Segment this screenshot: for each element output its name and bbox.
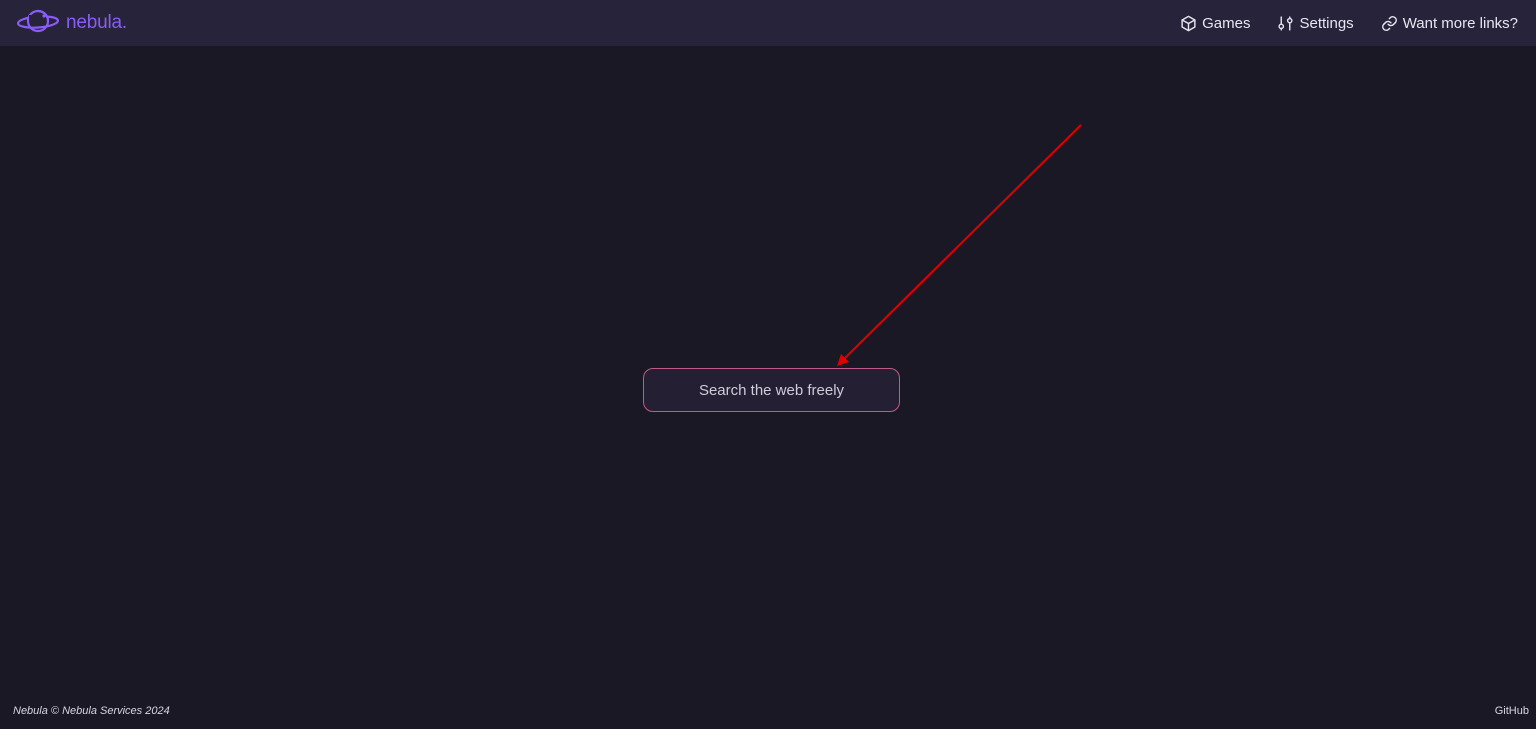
nav-more-links-label: Want more links? bbox=[1402, 14, 1518, 32]
brand-logo-link[interactable]: nebula. bbox=[16, 6, 127, 41]
link-icon bbox=[1381, 15, 1398, 32]
footer-github-link[interactable]: GitHub bbox=[1495, 705, 1529, 717]
footer-copyright: Nebula © Nebula Services 2024 bbox=[13, 705, 170, 717]
annotation-arrow bbox=[837, 124, 1082, 366]
nav-games-label: Games bbox=[1202, 14, 1251, 32]
sliders-icon bbox=[1277, 15, 1294, 32]
top-navbar: nebula. Games Settings Want more links? bbox=[0, 0, 1536, 46]
nav-games-link[interactable]: Games bbox=[1180, 15, 1250, 32]
nav-more-links-link[interactable]: Want more links? bbox=[1381, 15, 1518, 32]
nav-links: Games Settings Want more links? bbox=[1180, 15, 1518, 32]
page: nebula. Games Settings Want more links? … bbox=[0, 0, 1536, 729]
planet-icon bbox=[16, 6, 60, 41]
search-box bbox=[643, 368, 900, 412]
brand-name: nebula. bbox=[66, 12, 127, 33]
search-input[interactable] bbox=[644, 369, 899, 411]
cube-icon bbox=[1180, 15, 1197, 32]
nav-settings-link[interactable]: Settings bbox=[1277, 14, 1354, 32]
nav-settings-label: Settings bbox=[1299, 14, 1354, 32]
